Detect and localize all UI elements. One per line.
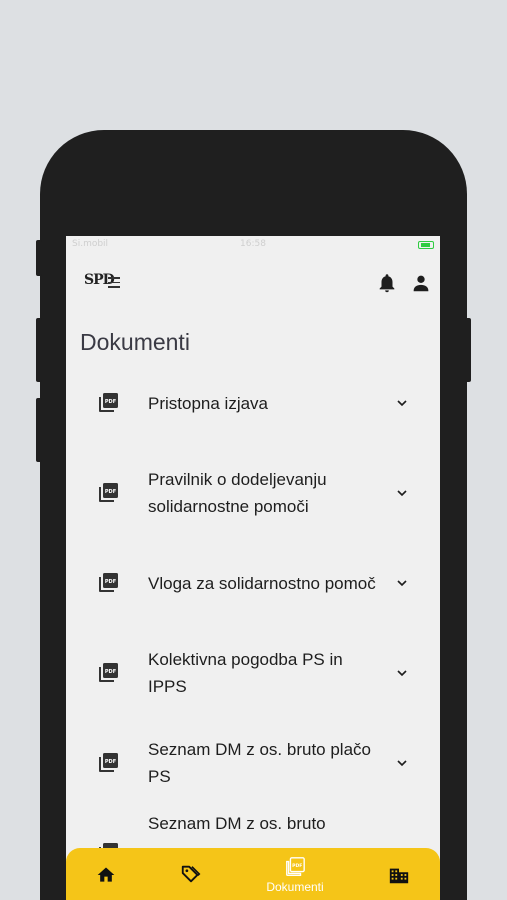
document-item[interactable]: PDF Kolektivna pogodba PS in IPPS: [66, 628, 440, 718]
status-bar: Si.mobil 16:58: [66, 236, 440, 254]
svg-text:PDF: PDF: [292, 863, 302, 869]
pdf-icon: PDF: [99, 663, 118, 682]
svg-text:PDF: PDF: [105, 759, 116, 765]
document-label: Kolektivna pogodba PS in IPPS: [148, 650, 343, 696]
svg-text:PDF: PDF: [105, 669, 116, 675]
document-label: Seznam DM z os. bruto plačo PS: [148, 740, 371, 786]
nav-home[interactable]: [86, 848, 126, 900]
bottom-navigation: PDF Dokumenti: [66, 848, 440, 900]
status-time: 16:58: [240, 239, 266, 249]
nav-tags[interactable]: [170, 848, 210, 900]
app-bar: SPD: [66, 264, 440, 304]
menu-icon[interactable]: [108, 277, 120, 291]
document-list: PDF Pristopna izjava PDF Pravilnik o dod…: [66, 358, 440, 898]
document-label: Pristopna izjava: [148, 393, 269, 413]
pdf-icon: PDF: [99, 573, 118, 592]
document-item[interactable]: PDF Pristopna izjava: [66, 358, 440, 448]
document-label: Seznam DM z os. bruto: [148, 814, 326, 833]
chevron-down-icon[interactable]: [394, 755, 410, 771]
chevron-down-icon[interactable]: [394, 395, 410, 411]
svg-text:PDF: PDF: [105, 579, 116, 585]
page-title: Dokumenti: [80, 329, 190, 355]
side-button: [36, 240, 42, 276]
nav-documents[interactable]: PDF Dokumenti: [250, 848, 340, 900]
document-label: Pravilnik o dodeljevanju solidarnostne p…: [148, 470, 327, 516]
chevron-down-icon[interactable]: [394, 485, 410, 501]
nav-buildings[interactable]: [380, 848, 420, 900]
side-button: [36, 318, 42, 382]
nav-documents-label: Dokumenti: [266, 880, 324, 894]
user-icon[interactable]: [410, 272, 432, 294]
svg-text:PDF: PDF: [105, 399, 116, 405]
chevron-down-icon[interactable]: [394, 575, 410, 591]
home-icon: [97, 867, 115, 882]
svg-text:PDF: PDF: [105, 489, 116, 495]
document-label: Vloga za solidarnostno pomoč: [148, 573, 376, 593]
app-screen: Si.mobil 16:58 SPD Dokumenti PDF Pristop…: [66, 236, 440, 900]
battery-icon: [418, 241, 434, 249]
tag-icon: [181, 865, 201, 883]
document-item[interactable]: PDF Seznam DM z os. bruto plačo PS: [66, 718, 440, 808]
side-button: [465, 318, 471, 382]
document-item[interactable]: PDF Vloga za solidarnostno pomoč: [66, 538, 440, 628]
building-icon: [389, 868, 409, 884]
document-item[interactable]: PDF Pravilnik o dodeljevanju solidarnost…: [66, 448, 440, 538]
pdf-icon: PDF: [99, 753, 118, 772]
side-button: [36, 398, 42, 462]
documents-icon: PDF: [286, 857, 305, 876]
pdf-icon: PDF: [99, 393, 118, 412]
pdf-icon: PDF: [99, 483, 118, 502]
bell-icon[interactable]: [376, 272, 398, 294]
chevron-down-icon[interactable]: [394, 665, 410, 681]
